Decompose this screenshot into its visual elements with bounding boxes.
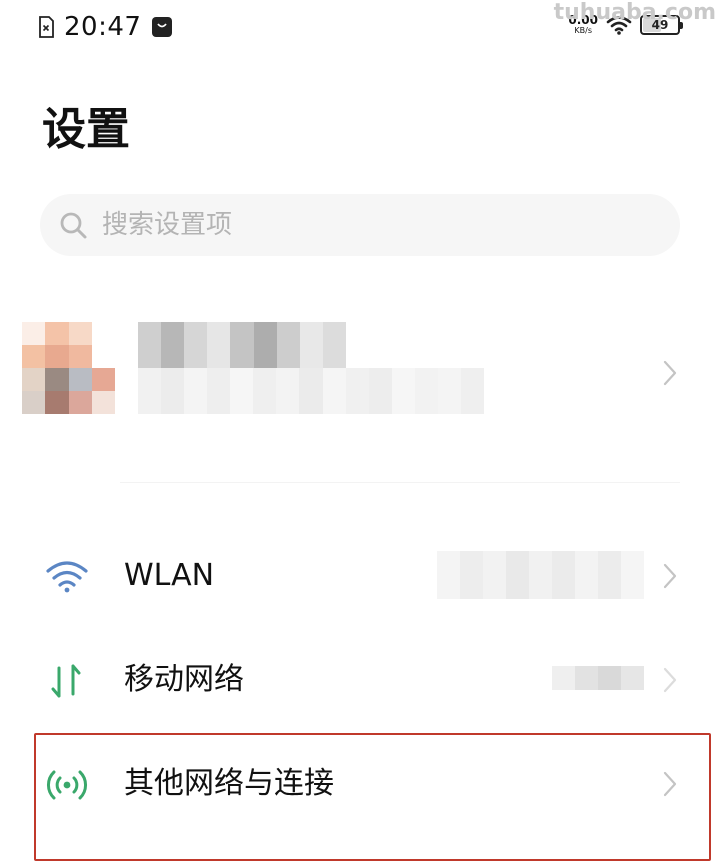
search-bar[interactable] <box>40 194 680 256</box>
account-subtitle-redacted <box>138 368 484 414</box>
chevron-right-icon <box>663 667 677 693</box>
search-input[interactable] <box>102 194 662 256</box>
setting-row-mobile-network[interactable]: 移动网络 <box>0 628 720 732</box>
account-row[interactable] <box>0 300 720 450</box>
hotspot-icon <box>47 770 87 800</box>
divider <box>120 482 680 483</box>
chevron-right-icon <box>663 771 677 797</box>
watermark: tuhuaba.com <box>553 0 716 25</box>
mobile-data-icon <box>51 664 81 698</box>
setting-label: 移动网络 <box>124 662 244 697</box>
status-bar: 20:47 0.00 KB/s 49 tuhuaba.com <box>0 0 720 56</box>
search-icon <box>60 212 87 239</box>
status-time: 20:47 <box>64 12 142 42</box>
setting-row-wlan[interactable]: WLAN <box>0 524 720 628</box>
account-name-redacted <box>138 322 346 368</box>
setting-row-other-networks[interactable]: 其他网络与连接 <box>0 732 720 836</box>
shopping-bag-icon <box>152 17 173 37</box>
chevron-right-icon <box>663 360 677 386</box>
wifi-icon <box>46 561 88 593</box>
setting-label: WLAN <box>124 558 215 593</box>
page-title: 设置 <box>42 104 130 155</box>
network-speed-unit: KB/s <box>574 26 592 35</box>
setting-label: 其他网络与连接 <box>124 766 334 801</box>
mobile-status-redacted <box>552 666 644 690</box>
no-sim-icon <box>39 16 54 38</box>
chevron-right-icon <box>663 563 677 589</box>
status-left: 20:47 <box>38 12 173 42</box>
wlan-status-redacted <box>437 551 644 599</box>
avatar <box>22 322 115 414</box>
